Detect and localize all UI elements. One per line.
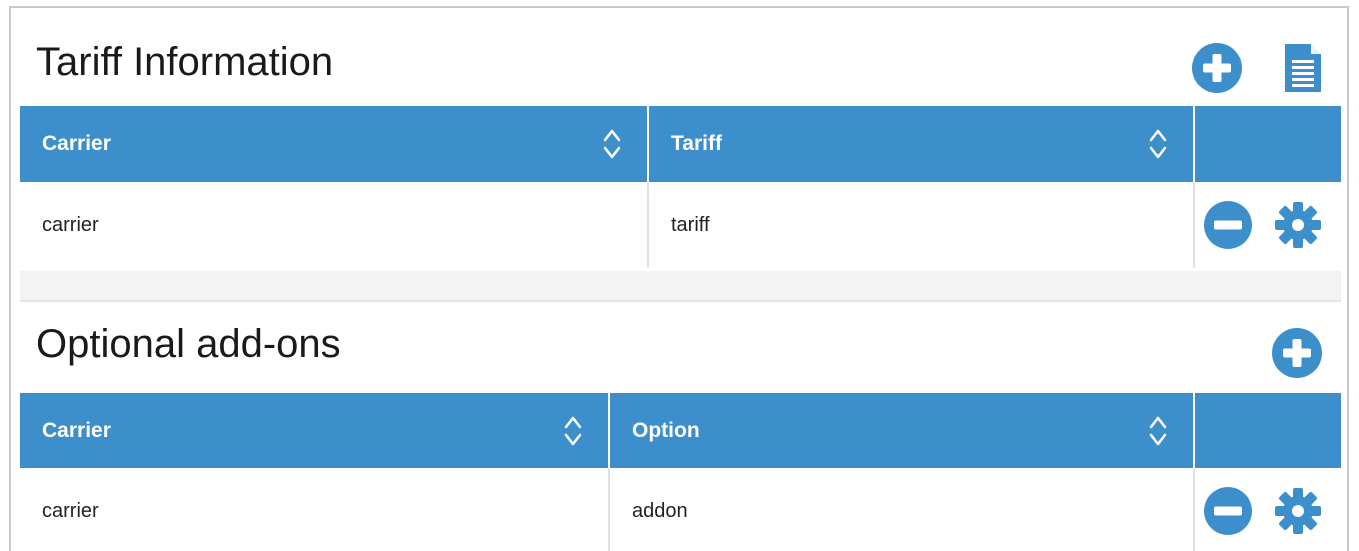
plus-circle-icon <box>1272 328 1322 378</box>
row-settings-button[interactable] <box>1273 486 1323 536</box>
remove-row-button[interactable] <box>1203 200 1253 250</box>
remove-row-button[interactable] <box>1203 486 1253 536</box>
cell-actions <box>1194 182 1341 268</box>
gear-icon <box>1275 202 1321 248</box>
column-header-actions <box>1194 393 1341 468</box>
sort-updown-icon <box>603 129 621 159</box>
table-row: carrier addon <box>20 468 1341 551</box>
minus-circle-icon <box>1204 201 1252 249</box>
column-header-option[interactable]: Option <box>609 393 1195 468</box>
gear-icon <box>1275 488 1321 534</box>
app-frame: Tariff Information Carrier Tariff carrie… <box>9 6 1349 551</box>
column-header-label: Tariff <box>671 132 722 155</box>
row-actions <box>1195 200 1341 250</box>
document-button[interactable] <box>1283 42 1323 94</box>
table-header-row: Carrier Tariff <box>20 106 1341 182</box>
column-header-carrier[interactable]: Carrier <box>20 106 649 182</box>
panel-toolbar <box>1191 42 1323 94</box>
column-header-actions <box>1194 106 1341 182</box>
addons-table: Carrier Option carrier addon <box>20 393 1341 551</box>
panel-separator <box>20 271 1341 300</box>
plus-circle-icon <box>1192 43 1242 93</box>
minus-circle-icon <box>1204 487 1252 535</box>
document-icon <box>1285 44 1321 92</box>
cell-carrier: carrier <box>20 468 610 551</box>
add-tariff-button[interactable] <box>1191 42 1243 94</box>
table-row: carrier tariff <box>20 182 1341 268</box>
row-actions <box>1195 486 1341 536</box>
panel-title: Optional add-ons <box>36 322 341 366</box>
optional-addons-panel: Optional add-ons Carrier Option carrier … <box>20 300 1341 551</box>
sort-updown-icon <box>564 416 582 445</box>
column-header-tariff[interactable]: Tariff <box>648 106 1195 182</box>
column-header-label: Carrier <box>42 132 111 155</box>
sort-updown-icon <box>1149 416 1167 445</box>
row-settings-button[interactable] <box>1273 200 1323 250</box>
cell-tariff: tariff <box>648 182 1195 268</box>
add-addon-button[interactable] <box>1271 327 1323 379</box>
cell-carrier: carrier <box>20 182 649 268</box>
table-header-row: Carrier Option <box>20 393 1341 468</box>
panel-toolbar <box>1271 327 1323 379</box>
cell-option: addon <box>609 468 1195 551</box>
column-header-label: Carrier <box>42 418 111 442</box>
tariff-information-panel: Tariff Information Carrier Tariff carrie… <box>20 26 1341 273</box>
column-header-carrier[interactable]: Carrier <box>20 393 610 468</box>
column-header-label: Option <box>632 418 700 442</box>
cell-actions <box>1194 468 1341 551</box>
sort-updown-icon <box>1149 129 1167 159</box>
panel-title: Tariff Information <box>36 40 334 84</box>
tariff-table: Carrier Tariff carrier tariff <box>20 106 1341 268</box>
